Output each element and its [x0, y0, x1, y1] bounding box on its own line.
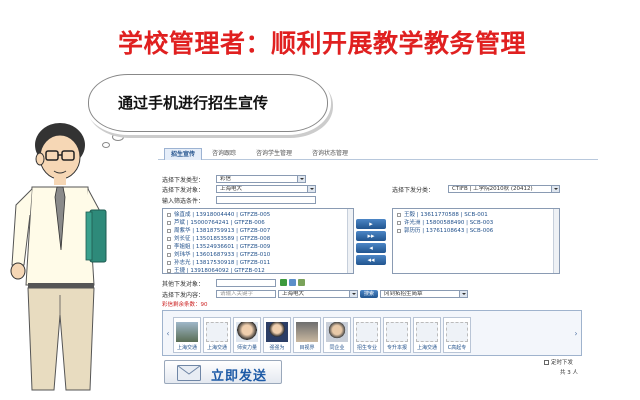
- chevron-down-icon: [459, 291, 467, 297]
- send-now-button[interactable]: 立即发送: [164, 360, 282, 384]
- chevron-down-icon: [307, 186, 315, 192]
- chevron-left-icon[interactable]: ‹: [165, 329, 171, 339]
- remove-one-button[interactable]: ◂: [356, 243, 386, 253]
- remove-all-button[interactable]: ◂◂: [356, 255, 386, 265]
- template-card[interactable]: C高起专: [443, 317, 471, 353]
- list-item[interactable]: 周紫华 | 13818759913 | GTFZB-007: [167, 226, 270, 234]
- filter-input[interactable]: [216, 196, 316, 204]
- content-keyword-input[interactable]: 请输入关键字: [216, 290, 276, 298]
- tab-consult-status[interactable]: 咨询状态管理: [306, 148, 354, 160]
- tab-consult-students[interactable]: 咨询学生管理: [250, 148, 298, 160]
- chevron-down-icon: [297, 176, 305, 182]
- filter-label: 输入筛选条件：: [162, 198, 205, 205]
- add-contact-icon[interactable]: [280, 279, 287, 286]
- list-item[interactable]: 许光洲 | 15800588490 | SCB-003: [397, 218, 493, 226]
- send-type-select[interactable]: 彩信: [216, 175, 306, 183]
- list-item[interactable]: 芦斌 | 15000764241 | GTFZB-006: [167, 218, 265, 226]
- list-item[interactable]: 李姐姐 | 13524936601 | GTFZB-009: [167, 242, 270, 250]
- group-icon[interactable]: [289, 279, 296, 286]
- template-card[interactable]: 师资力量: [233, 317, 261, 353]
- candidate-list[interactable]: 徐直成 | 13918004440 | GTFZB-005 芦斌 | 15000…: [162, 208, 354, 274]
- envelope-icon: [177, 365, 201, 381]
- remaining-count: 彩信剩余条数：90: [162, 302, 208, 308]
- send-object-select[interactable]: 上海电大: [216, 185, 316, 193]
- list-item[interactable]: 王毅 | 13611770588 | SCB-001: [397, 210, 488, 218]
- schedule-checkbox[interactable]: 定时下发: [544, 358, 573, 366]
- search-button[interactable]: 搜索: [360, 290, 378, 298]
- send-now-label: 立即发送: [211, 369, 268, 384]
- tab-bar: 招生宣传 咨询跟踪 咨询学生管理 咨询状态管理: [158, 146, 598, 160]
- template-card[interactable]: 目视界: [293, 317, 321, 353]
- add-all-button[interactable]: ▸▸: [356, 231, 386, 241]
- template-strip: ‹ 上海交通 上海交通 师资力量 强强为 目视界 同企业 招生专业 专升本报 上…: [162, 310, 582, 356]
- content-school-select[interactable]: 上海电大: [278, 290, 358, 298]
- chevron-down-icon: [551, 186, 559, 192]
- list-item[interactable]: 孙志光 | 13817530918 | GTFZB-011: [167, 258, 270, 266]
- list-item[interactable]: 郭历历 | 13761108643 | SCB-006: [397, 226, 493, 234]
- list-item[interactable]: 刘长征 | 13501853589 | GTFZB-008: [167, 234, 270, 242]
- scrollbar[interactable]: [553, 209, 559, 273]
- selected-list[interactable]: 王毅 | 13611770588 | SCB-001 许光洲 | 1580058…: [392, 208, 560, 274]
- send-object-label: 选择下发对象：: [162, 187, 205, 194]
- template-card[interactable]: 上海交通: [173, 317, 201, 353]
- other-recipients-label: 其他下发对象：: [162, 281, 205, 288]
- recruitment-app: 招生宣传 咨询跟踪 咨询学生管理 咨询状态管理 选择下发类型： 彩信 选择下发对…: [158, 146, 598, 386]
- template-card[interactable]: 强强为: [263, 317, 291, 353]
- import-icon[interactable]: [298, 279, 305, 286]
- content-type-select[interactable]: 冈到拓招生简章: [380, 290, 468, 298]
- send-type-label: 选择下发类型：: [162, 177, 205, 184]
- template-card[interactable]: 招生专业: [353, 317, 381, 353]
- list-item[interactable]: 王捷 | 13918064092 | GTFZB-012: [167, 266, 265, 273]
- other-recipients-input[interactable]: [216, 279, 276, 287]
- list-item[interactable]: 刘玮华 | 13601687933 | GTFZB-010: [167, 250, 270, 258]
- tab-consult-tracking[interactable]: 咨询跟踪: [206, 148, 242, 160]
- chevron-right-icon[interactable]: ›: [573, 329, 579, 339]
- template-card[interactable]: 上海交通: [203, 317, 231, 353]
- slide-title: 学校管理者：顺利开展教学教务管理: [118, 29, 527, 58]
- chevron-down-icon: [349, 291, 357, 297]
- content-label: 选择下发内容：: [162, 292, 205, 299]
- tab-recruitment[interactable]: 招生宣传: [164, 148, 203, 160]
- template-card[interactable]: 专升本报: [383, 317, 411, 353]
- bubble-text: 通过手机进行招生宣传: [118, 94, 269, 112]
- add-one-button[interactable]: ▸: [356, 219, 386, 229]
- template-card[interactable]: 同企业: [323, 317, 351, 353]
- list-item[interactable]: 徐直成 | 13918004440 | GTFZB-005: [167, 210, 270, 218]
- group-label: 选择下发分类：: [392, 187, 435, 194]
- group-select[interactable]: CTIFB | 工学院2010秋 (20412): [448, 185, 560, 193]
- teacher-illustration: [10, 123, 107, 391]
- scrollbar[interactable]: [347, 209, 353, 273]
- total-count: 共 3 人: [560, 370, 578, 376]
- template-card[interactable]: 上海交通: [413, 317, 441, 353]
